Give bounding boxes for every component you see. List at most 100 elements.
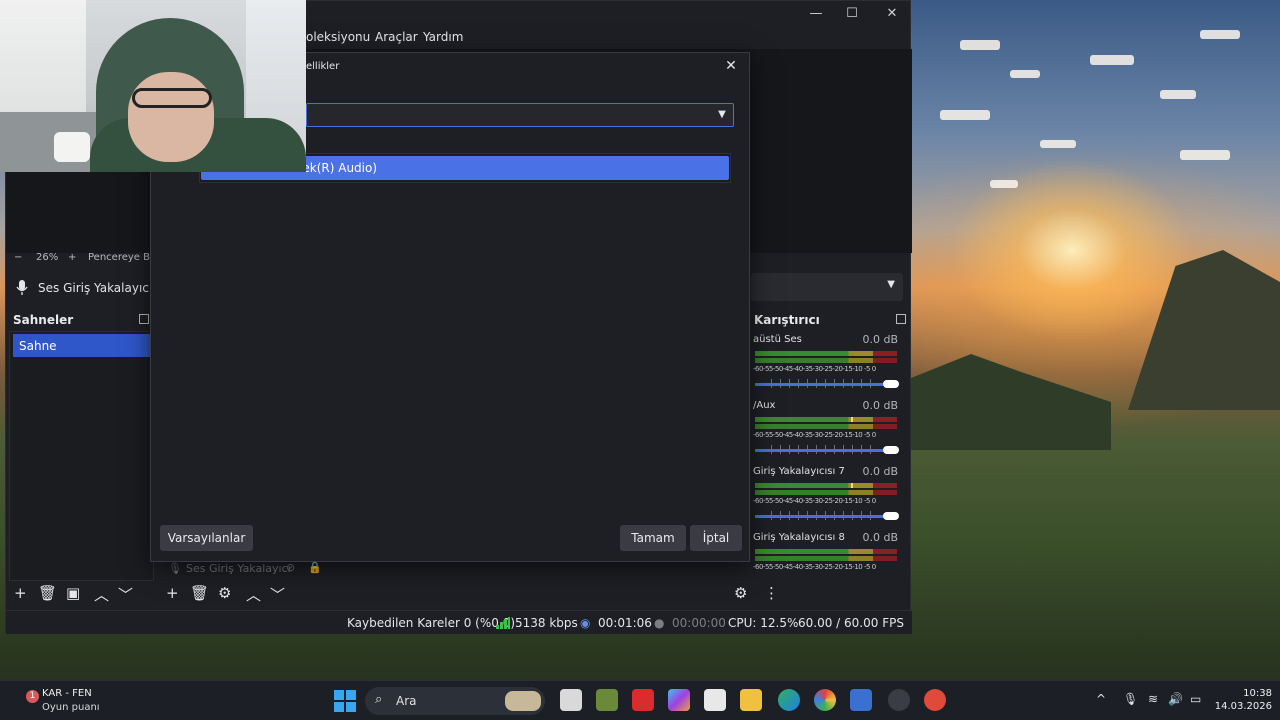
search-icon: ⌕ xyxy=(375,692,383,707)
close-icon[interactable]: ✕ xyxy=(719,56,743,76)
volume-slider-handle[interactable] xyxy=(883,512,899,520)
volume-meter xyxy=(755,358,897,363)
scenes-toolbar: + 🗑 ▣ ︿ ﹀ xyxy=(14,584,154,604)
track-db: 0.0 dB xyxy=(862,333,898,346)
copilot-icon[interactable] xyxy=(668,689,690,711)
volume-meter xyxy=(755,483,897,488)
zoom-level: 26% xyxy=(36,252,59,263)
meter-scale: -60-55-50-45-40-35-30-25-20-15-10 -5 0 xyxy=(753,497,876,505)
device-select[interactable]: ▼ xyxy=(751,273,903,301)
webcam-overlay xyxy=(0,0,306,172)
webcam-pillow xyxy=(54,132,90,162)
dropped-frames: Kaybedilen Kareler 0 (%0.0) xyxy=(347,616,516,630)
add-icon[interactable]: + xyxy=(14,584,27,602)
track-name: Giriş Yakalayıcısı 7 xyxy=(753,466,845,477)
mixer-track: Giriş Yakalayıcısı 8 0.0 dB -60-55-50-45… xyxy=(751,529,904,579)
visibility-icon[interactable]: ⊘ xyxy=(286,561,295,574)
chevron-down-icon[interactable]: ▼ xyxy=(715,107,729,123)
move-up-icon[interactable]: ︿ xyxy=(246,584,261,605)
fps-readout: 60.00 / 60.00 FPS xyxy=(798,616,904,630)
minecraft-icon[interactable] xyxy=(596,689,618,711)
volume-meter xyxy=(755,417,897,422)
maximize-button[interactable]: ☐ xyxy=(834,4,870,24)
volume-slider[interactable] xyxy=(755,383,891,386)
obs-icon[interactable] xyxy=(888,689,910,711)
taskbar-search[interactable]: ⌕ Ara xyxy=(365,687,545,715)
sources-toolbar: + 🗑 ⚙ ︿ ﹀ xyxy=(166,584,296,604)
undock-icon[interactable] xyxy=(139,314,149,324)
gear-icon[interactable]: ⚙ xyxy=(218,584,231,602)
undock-icon[interactable] xyxy=(896,314,906,324)
volume-slider[interactable] xyxy=(755,449,891,452)
source-item-label: Ses Giriş Yakalayıcı xyxy=(186,562,291,575)
add-icon[interactable]: + xyxy=(166,584,179,602)
meter-scale: -60-55-50-45-40-35-30-25-20-15-10 -5 0 xyxy=(753,563,876,571)
edge-icon[interactable] xyxy=(778,689,800,711)
status-bar: Kaybedilen Kareler 0 (%0.0) 5138 kbps ◉ … xyxy=(6,610,912,634)
zoom-out-button[interactable]: − xyxy=(14,252,22,263)
webcam-person-glasses xyxy=(132,88,212,108)
task-view-icon[interactable] xyxy=(560,689,582,711)
system-clock[interactable]: 10:38 14.03.2026 xyxy=(1212,687,1272,713)
microphone-icon: 🎙 xyxy=(168,562,182,575)
l-app-icon[interactable] xyxy=(632,689,654,711)
source-list-item[interactable]: 🎙 Ses Giriş Yakalayıcı ⊘ 🔒 xyxy=(168,561,343,579)
menu-scene-collection[interactable]: oleksiyonu xyxy=(306,30,370,44)
defaults-button[interactable]: Varsayılanlar xyxy=(160,525,253,551)
close-button[interactable]: ✕ xyxy=(874,4,910,24)
clock-date: 14.03.2026 xyxy=(1214,701,1272,712)
track-db: 0.0 dB xyxy=(862,531,898,544)
menu-help[interactable]: Yardım xyxy=(423,30,463,44)
zoom-in-button[interactable]: + xyxy=(68,252,76,263)
filter-icon[interactable]: ▣ xyxy=(66,584,80,602)
stream-time: 00:01:06 xyxy=(598,616,652,630)
trash-icon[interactable]: 🗑 xyxy=(38,584,57,602)
search-placeholder: Ara xyxy=(396,694,417,708)
webcam-background xyxy=(0,0,86,118)
source-toolbar: Ses Giriş Yakalayıcısı 8 xyxy=(6,273,173,303)
microphone-icon[interactable]: 🎙 xyxy=(1123,692,1138,706)
move-down-icon[interactable]: ﹀ xyxy=(118,584,133,605)
scene-item[interactable]: Sahne xyxy=(13,334,154,357)
peak-indicator xyxy=(851,417,853,422)
track-db: 0.0 dB xyxy=(862,465,898,478)
windows-start-icon[interactable] xyxy=(334,690,356,712)
ok-button[interactable]: Tamam xyxy=(620,525,686,551)
mixer-toolbar: ⚙ ⋮ xyxy=(734,584,784,604)
search-highlight-image xyxy=(505,691,541,711)
volume-slider-handle[interactable] xyxy=(883,446,899,454)
wifi-icon[interactable]: ≋ xyxy=(1148,692,1158,706)
track-db: 0.0 dB xyxy=(862,399,898,412)
peak-indicator xyxy=(851,483,853,488)
mixer-track: Giriş Yakalayıcısı 7 0.0 dB -60-55-50-45… xyxy=(751,463,904,529)
microphone-icon xyxy=(16,280,28,295)
menu-tools[interactable]: Araçlar xyxy=(375,30,418,44)
tray-chevron-icon[interactable]: ^ xyxy=(1096,692,1106,706)
recorder-icon[interactable] xyxy=(924,689,946,711)
chrome-icon[interactable] xyxy=(814,689,836,711)
volume-icon[interactable]: 🔊 xyxy=(1168,692,1183,706)
weather-widget[interactable]: 1 KAR - FEN Oyun puanı xyxy=(22,686,142,716)
move-down-icon[interactable]: ﹀ xyxy=(270,584,285,605)
minimize-button[interactable]: — xyxy=(798,4,834,24)
outlook-icon[interactable] xyxy=(850,689,872,711)
folder-icon[interactable] xyxy=(740,689,762,711)
zoom-bar: − 26% + Pencereye Boy xyxy=(6,251,166,267)
dialog-title: ellikler xyxy=(306,61,340,72)
gear-icon[interactable]: ⚙ xyxy=(734,584,747,602)
store-icon[interactable] xyxy=(704,689,726,711)
cancel-button[interactable]: İptal xyxy=(690,525,742,551)
cpu-usage: CPU: 12.5% xyxy=(728,616,799,630)
more-icon[interactable]: ⋮ xyxy=(764,584,779,602)
signal-icon xyxy=(496,617,510,629)
volume-slider-handle[interactable] xyxy=(883,380,899,388)
stream-icon: ◉ xyxy=(580,616,591,630)
device-dropdown[interactable]: ▼ xyxy=(306,103,734,127)
trash-icon[interactable]: 🗑 xyxy=(190,584,209,602)
move-up-icon[interactable]: ︿ xyxy=(94,584,109,605)
volume-slider[interactable] xyxy=(755,515,891,518)
lock-icon[interactable]: 🔒 xyxy=(308,561,322,574)
battery-icon[interactable]: ▭ xyxy=(1190,692,1201,706)
audio-mixer: aüstü Ses 0.0 dB -60-55-50-45-40-35-30-2… xyxy=(751,331,904,579)
volume-meter xyxy=(755,490,897,495)
